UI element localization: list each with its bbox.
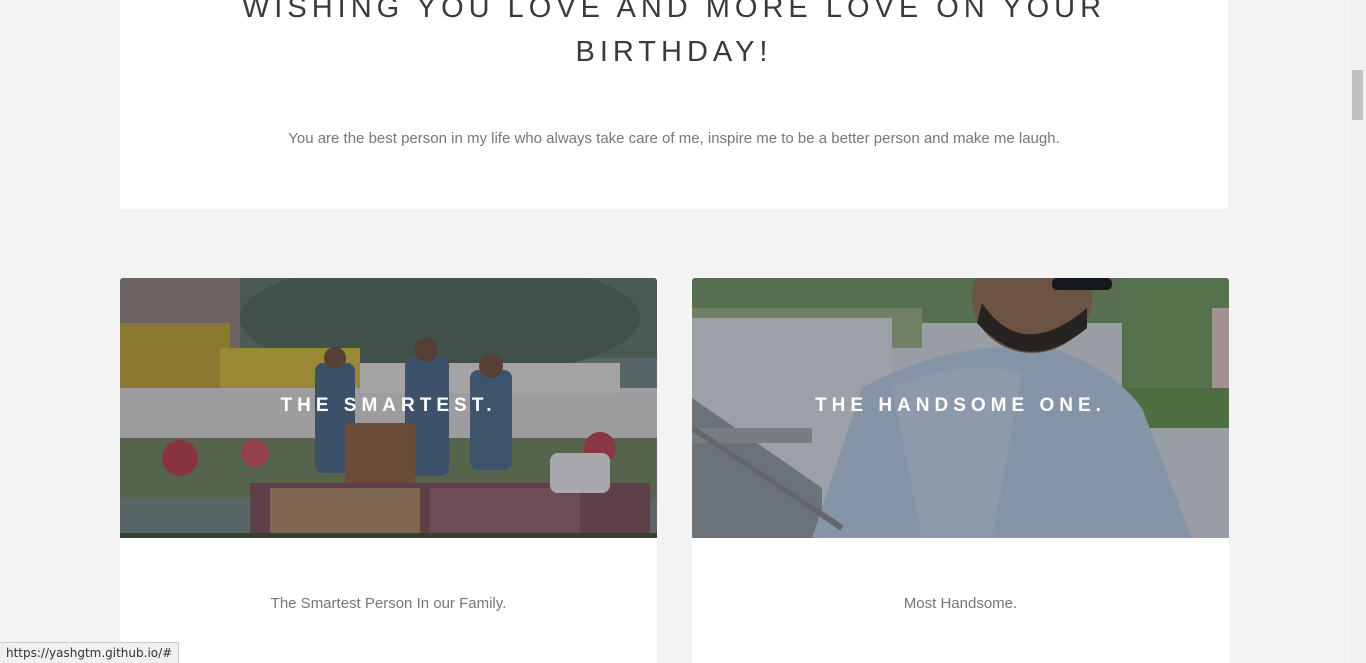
hero-text: You are the best person in my life who a… [288,130,1060,147]
hero-title: WISHING YOU LOVE AND MORE LOVE ON YOUR B… [241,0,1107,68]
card-text-handsome: Most Handsome. [903,595,1018,612]
feature-card-smartest[interactable]: THE SMARTEST. The Smartest Person In our… [120,278,657,663]
feature-card-handsome[interactable]: THE HANDSOME ONE. Most Handsome. [692,278,1229,663]
scrollbar-thumb[interactable] [1352,70,1363,120]
card-title-smartest: THE SMARTEST. [280,395,497,416]
card-image-man[interactable]: THE HANDSOME ONE. [692,278,1229,538]
page: WISHING YOU LOVE AND MORE LOVE ON YOUR B… [0,0,1366,663]
card-title-handsome: THE HANDSOME ONE. [815,395,1106,416]
card-image-kids[interactable]: THE SMARTEST. [120,278,657,538]
card-text-smartest: The Smartest Person In our Family. [270,595,507,612]
status-bar-url: https://yashgtm.github.io/# [0,642,180,663]
hero-card: WISHING YOU LOVE AND MORE LOVE ON YOUR B… [120,0,1228,209]
page-scrollbar[interactable] [1349,0,1366,663]
